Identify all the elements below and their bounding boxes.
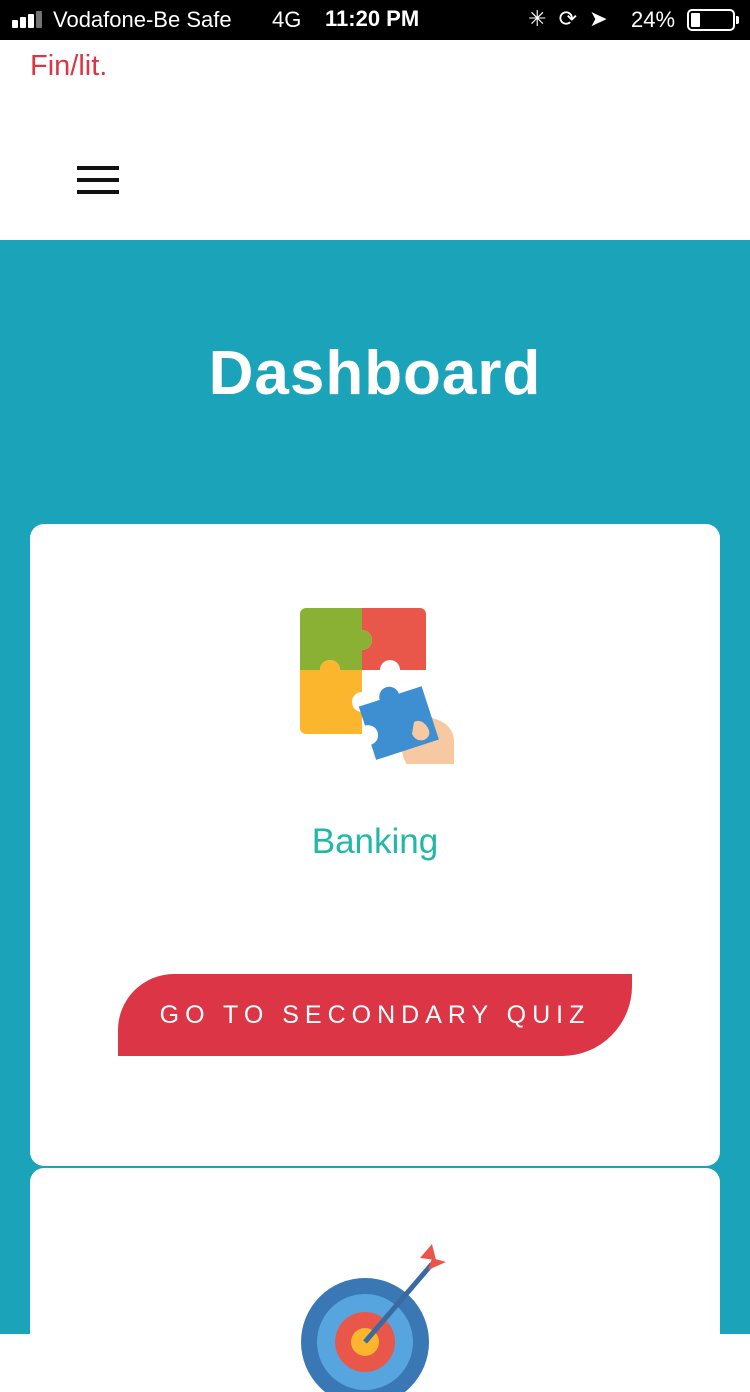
- brand-logo[interactable]: Fin/lit.: [30, 50, 107, 83]
- topic-card: [30, 1168, 720, 1392]
- clock: 11:20 PM: [325, 6, 420, 31]
- hamburger-menu-icon[interactable]: [70, 158, 126, 202]
- rotation-lock-icon: ⟳: [558, 6, 577, 31]
- app-header: Fin/lit.: [0, 40, 750, 240]
- go-to-secondary-quiz-button[interactable]: GO TO SECONDARY QUIZ: [118, 974, 632, 1056]
- puzzle-icon: [300, 608, 454, 764]
- battery-percentage: 24%: [631, 7, 676, 32]
- target-arrow-icon: [301, 1244, 446, 1392]
- status-bar: Vodafone-Be Safe 4G 11:20 PM ✳ ⟳ ➤ 24%: [0, 0, 750, 40]
- activity-spinner-icon: ✳: [528, 6, 547, 31]
- carrier-name: Vodafone-Be Safe: [53, 7, 232, 32]
- network-type: 4G: [272, 7, 302, 32]
- location-arrow-icon: ➤: [589, 6, 608, 31]
- topic-card-banking: Banking GO TO SECONDARY QUIZ: [30, 524, 720, 1166]
- topic-label: Banking: [311, 822, 439, 861]
- main-content: Dashboard Banking GO TO SECONDARY QUIZ: [0, 240, 750, 1392]
- page-title: Dashboard: [208, 339, 542, 408]
- battery-icon: [687, 9, 739, 31]
